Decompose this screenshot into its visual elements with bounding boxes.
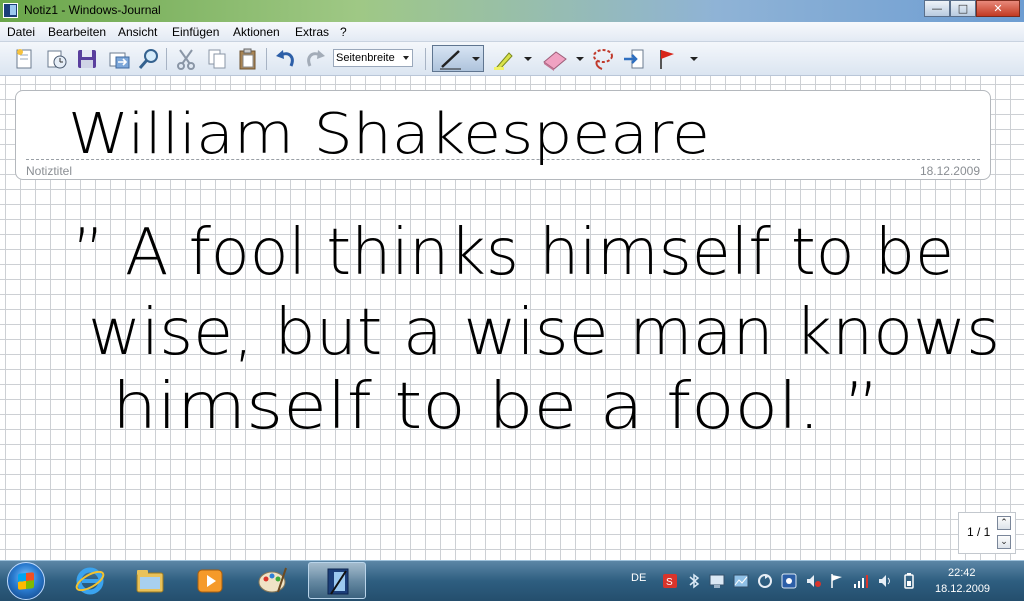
save-icon[interactable] (75, 47, 99, 71)
note-date: 18.12.2009 (919, 164, 980, 178)
taskbar: DE S 22:42 18.12.2009 (0, 560, 1024, 601)
note-title-box[interactable]: Notiztitel 18.12.2009 (15, 90, 991, 180)
lasso-icon[interactable] (591, 47, 615, 71)
new-note-icon[interactable] (12, 47, 36, 71)
internet-explorer-icon[interactable] (74, 565, 106, 597)
highlighter-icon[interactable] (492, 47, 516, 71)
speaker-alert-icon[interactable] (805, 573, 821, 589)
clock-date[interactable]: 18.12.2009 (935, 583, 990, 595)
minimize-icon: — (931, 2, 943, 15)
signal-icon[interactable] (853, 573, 869, 589)
svg-text:S: S (666, 577, 673, 588)
copy-icon[interactable] (205, 47, 229, 71)
menu-extras[interactable]: Extras (295, 25, 329, 39)
menu-help[interactable]: ? (340, 25, 347, 39)
journal-app-icon[interactable] (3, 3, 18, 18)
flag-icon[interactable] (655, 47, 679, 71)
title-bar[interactable]: Notiz1 - Windows-Journal — □ ✕ (0, 0, 1024, 22)
note-title-label: Notiztitel (26, 164, 73, 178)
minimize-button[interactable]: — (924, 0, 950, 17)
clock-time[interactable]: 22:42 (948, 567, 976, 579)
redo-icon[interactable] (304, 47, 328, 71)
security-icon[interactable]: S (662, 573, 678, 589)
chevron-down-icon (403, 56, 409, 60)
eraser-dropdown-arrow[interactable] (576, 57, 584, 61)
menu-datei[interactable]: Datei (7, 25, 35, 39)
cut-icon[interactable] (174, 47, 198, 71)
explorer-folder-icon[interactable] (134, 565, 166, 597)
menu-einfuegen[interactable]: Einfügen (172, 25, 219, 39)
language-indicator[interactable]: DE (631, 572, 646, 584)
find-icon[interactable] (137, 47, 161, 71)
media-player-icon[interactable] (194, 565, 226, 597)
eraser-icon[interactable] (541, 47, 569, 71)
ink-line-1: ” A fool thinks himself to be (72, 216, 954, 290)
toolbar-separator (266, 48, 267, 70)
battery-icon[interactable] (901, 573, 917, 589)
start-orb-icon[interactable] (7, 562, 45, 600)
zoom-dropdown[interactable]: Seitenbreite (333, 49, 413, 67)
sync-icon[interactable] (781, 573, 797, 589)
pen-dropdown-arrow[interactable] (472, 57, 480, 61)
close-icon: ✕ (993, 2, 1003, 15)
close-button[interactable]: ✕ (976, 0, 1020, 17)
paint-icon[interactable] (256, 565, 288, 597)
menu-ansicht[interactable]: Ansicht (118, 25, 157, 39)
update-icon[interactable] (757, 573, 773, 589)
title-divider (26, 159, 980, 160)
flag-dropdown-arrow[interactable] (690, 57, 698, 61)
menu-bearbeiten[interactable]: Bearbeiten (48, 25, 106, 39)
insert-space-icon[interactable] (622, 47, 646, 71)
zoom-value: Seitenbreite (336, 52, 395, 64)
menu-bar: Datei Bearbeiten Ansicht Einfügen Aktion… (0, 22, 1024, 42)
bluetooth-icon[interactable] (686, 573, 702, 589)
highlighter-dropdown-arrow[interactable] (524, 57, 532, 61)
next-page-button[interactable]: ⌄ (997, 535, 1011, 549)
maximize-icon: □ (957, 2, 969, 15)
previous-page-button[interactable]: ⌃ (997, 516, 1011, 530)
double-chevron-down-icon: ⌄ (1000, 537, 1008, 547)
page-indicator: 1 / 1 (967, 525, 991, 539)
pen-tool-button[interactable] (432, 45, 484, 72)
network-monitor-icon[interactable] (733, 573, 749, 589)
pen-icon (440, 50, 461, 70)
flag-icon[interactable] (829, 573, 845, 589)
taskbar-journal-button[interactable] (308, 562, 366, 599)
volume-icon[interactable] (877, 573, 893, 589)
window-controls: — □ ✕ (924, 0, 1020, 18)
open-icon[interactable] (44, 47, 68, 71)
double-chevron-up-icon: ⌃ (1000, 518, 1008, 528)
send-icon[interactable] (107, 47, 131, 71)
paste-icon[interactable] (236, 47, 260, 71)
maximize-button[interactable]: □ (950, 0, 976, 17)
page-navigator: 1 / 1 ⌃ ⌄ (958, 512, 1016, 554)
undo-icon[interactable] (273, 47, 297, 71)
toolbar-separator (166, 48, 167, 70)
ink-line-3: himself to be a fool. ” (112, 370, 880, 444)
menu-aktionen[interactable]: Aktionen (233, 25, 280, 39)
window-title: Notiz1 - Windows-Journal (24, 3, 161, 17)
display-icon[interactable] (709, 573, 725, 589)
windows-journal-icon (327, 568, 349, 595)
ink-line-2: wise, but a wise man knows (88, 296, 1000, 370)
toolbar-separator (425, 48, 426, 70)
journal-page[interactable]: Notiztitel 18.12.2009 William Shakespear… (0, 76, 1024, 560)
